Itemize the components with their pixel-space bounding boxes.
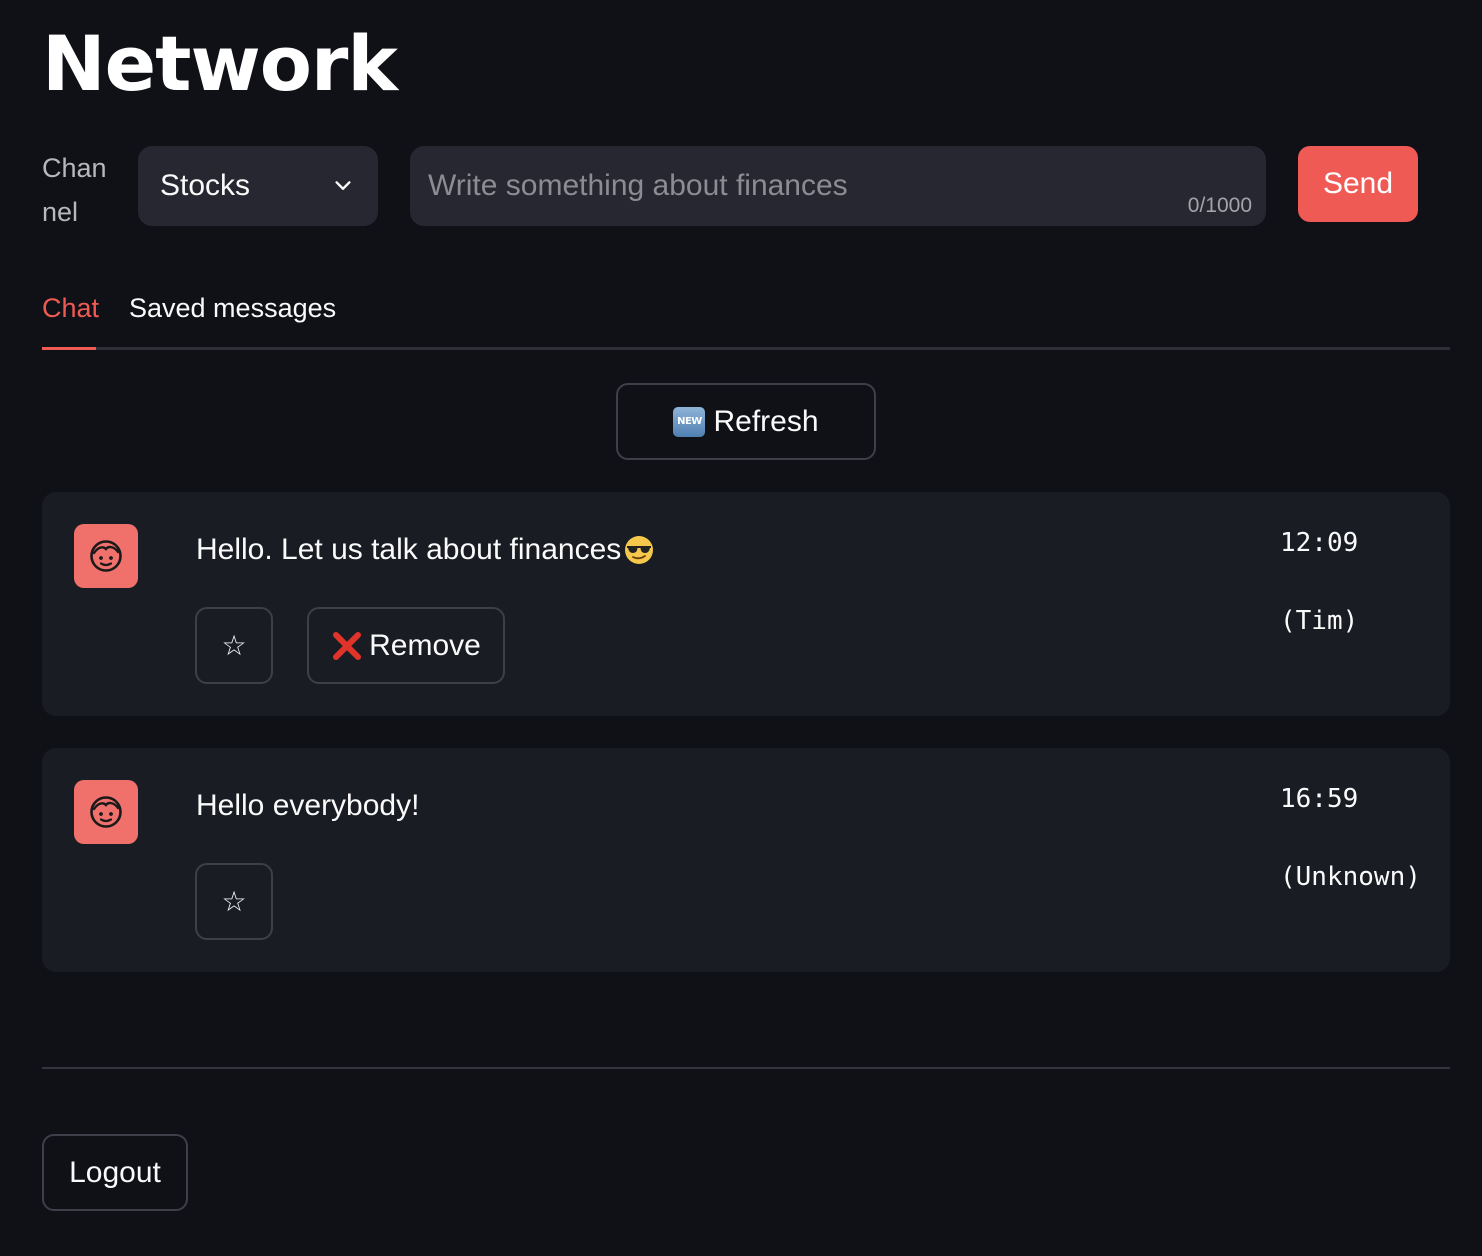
message-time: 12:09 [1280, 528, 1359, 558]
message-body: Hello. Let us talk about finances [196, 533, 622, 566]
active-tab-indicator [42, 347, 96, 350]
remove-button[interactable]: Remove [307, 607, 505, 684]
message-card: Hello. Let us talk about finances 12:09 … [42, 492, 1450, 716]
char-count: 0/1000 [1187, 194, 1252, 217]
sunglasses-emoji-icon [625, 536, 654, 564]
save-star-button[interactable]: ☆ [195, 607, 273, 684]
remove-label: Remove [369, 628, 481, 662]
tab-chat[interactable]: Chat [42, 290, 99, 326]
message-field[interactable]: 0/1000 [410, 146, 1266, 226]
message-author: (Unknown) [1280, 862, 1418, 892]
tab-chat-label: Chat [42, 293, 100, 323]
channel-select-value: Stocks [160, 169, 251, 202]
message-time: 16:59 [1280, 784, 1359, 814]
tab-bar: Chat Saved messages [42, 280, 1450, 350]
new-icon: NEW [673, 406, 706, 437]
logout-button[interactable]: Logout [42, 1134, 188, 1211]
avatar [74, 524, 138, 588]
refresh-button[interactable]: NEW Refresh [616, 383, 876, 460]
tab-saved-messages[interactable]: Saved messages [129, 290, 336, 326]
star-icon: ☆ [221, 886, 247, 917]
save-star-button[interactable]: ☆ [195, 863, 273, 940]
page-title: Network [42, 19, 398, 108]
face-icon [90, 796, 122, 828]
chevron-down-icon [335, 181, 351, 190]
message-input[interactable] [428, 146, 1168, 226]
face-icon [90, 540, 122, 572]
tab-saved-messages-label: Saved messages [129, 293, 337, 323]
avatar [74, 780, 138, 844]
star-icon: ☆ [221, 630, 247, 661]
message-body: Hello everybody! [196, 789, 420, 822]
network-page: Network Channel Stocks 0/1000 Send Chat … [0, 0, 1482, 1256]
channel-select[interactable]: Stocks [138, 146, 378, 226]
cross-mark-icon [333, 631, 362, 660]
message-card: Hello everybody! 16:59 (Unknown) ☆ [42, 748, 1450, 972]
channel-label: Channel [42, 153, 107, 227]
message-author: (Tim) [1280, 606, 1359, 636]
send-button[interactable]: Send [1298, 146, 1418, 222]
footer-divider [42, 1067, 1450, 1069]
message-text: Hello everybody! [196, 786, 419, 826]
message-text: Hello. Let us talk about finances [196, 530, 655, 570]
refresh-label: Refresh [713, 404, 819, 438]
